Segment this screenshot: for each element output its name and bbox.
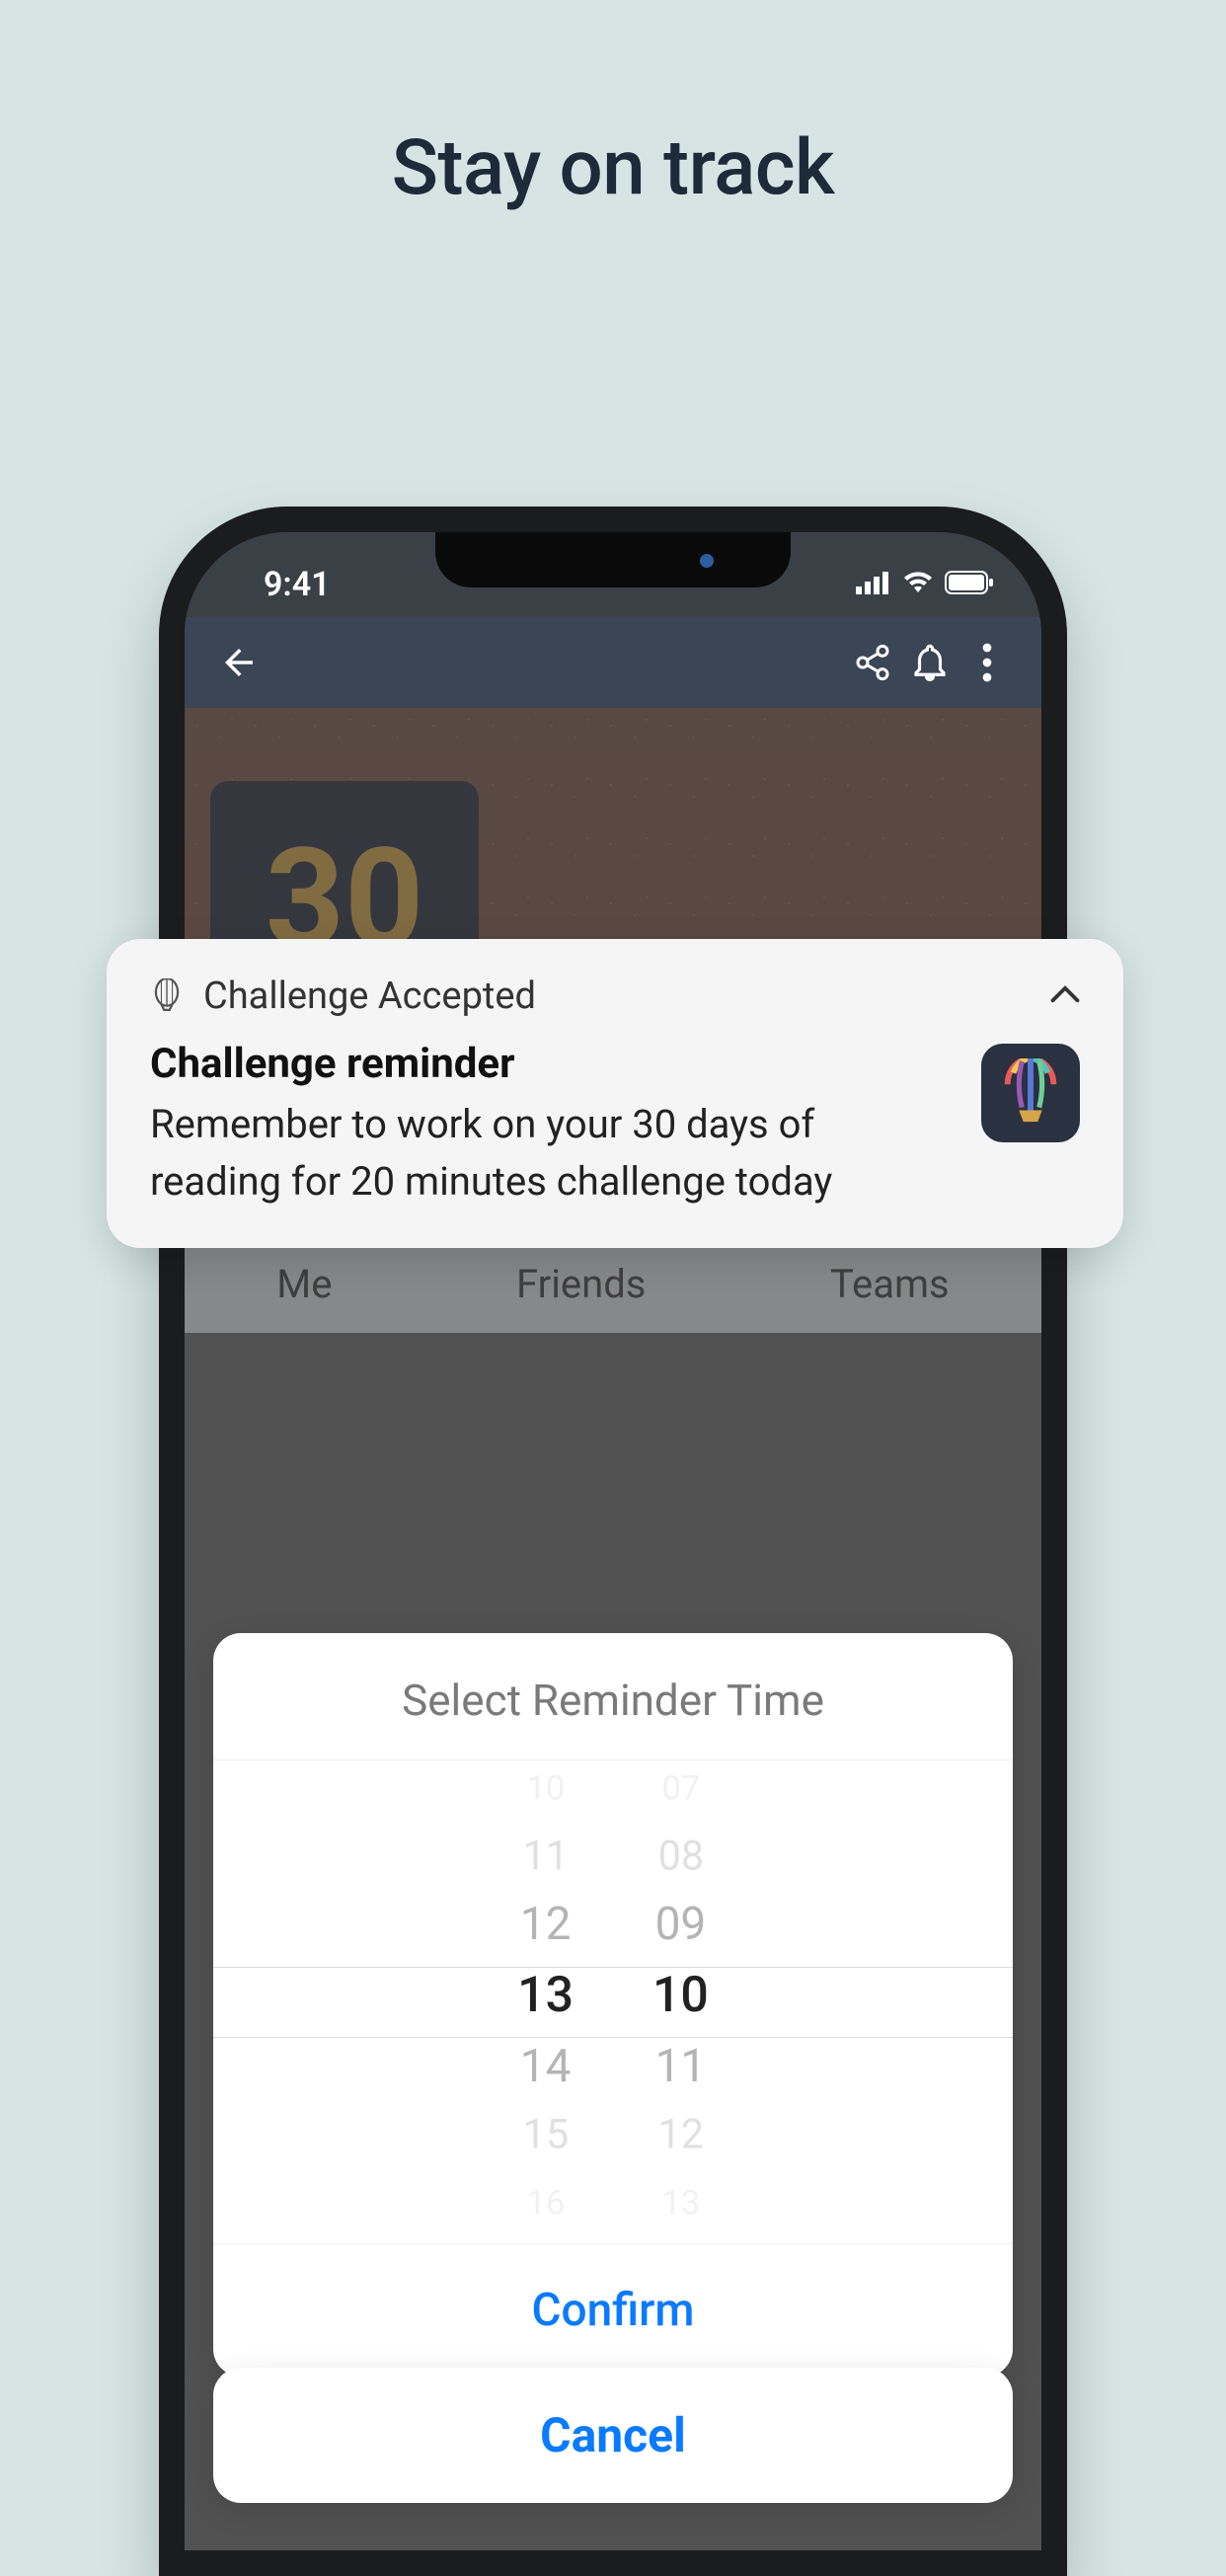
hour-selected: 13 <box>517 1959 574 2033</box>
notification-message: Remember to work on your 30 days of read… <box>150 1096 956 1210</box>
time-picker: Select Reminder Time 10 11 12 13 14 15 1… <box>213 1633 1013 2377</box>
nav-bar <box>185 617 1041 708</box>
more-icon[interactable] <box>958 634 1016 691</box>
cellular-icon <box>856 571 891 598</box>
notification-app-name: Challenge Accepted <box>203 975 536 1018</box>
bell-icon[interactable] <box>901 634 958 691</box>
balloon-icon <box>150 979 184 1013</box>
minute-wheel[interactable]: 07 08 09 10 11 12 13 <box>652 1760 709 2237</box>
chevron-up-icon[interactable] <box>1050 984 1080 1008</box>
back-button[interactable] <box>210 634 268 691</box>
battery-icon <box>945 571 996 598</box>
picker-wheels: 10 11 12 13 14 15 16 07 08 09 10 11 12 1… <box>213 1760 1013 2244</box>
page-title: Stay on track <box>0 123 1226 213</box>
phone-screen: 9:41 <box>185 532 1041 2550</box>
picker-title: Select Reminder Time <box>213 1633 1013 1760</box>
notification-card[interactable]: Challenge Accepted Challenge reminder Re… <box>107 939 1123 1248</box>
share-icon[interactable] <box>844 634 901 691</box>
status-right <box>856 571 996 598</box>
notification-app-thumbnail <box>981 1044 1080 1142</box>
minute-selected: 10 <box>652 1959 709 2033</box>
phone-notch <box>435 532 791 587</box>
status-time: 9:41 <box>264 565 331 604</box>
cancel-button[interactable]: Cancel <box>213 2368 1013 2503</box>
hour-wheel[interactable]: 10 11 12 13 14 15 16 <box>517 1760 574 2237</box>
confirm-button[interactable]: Confirm <box>213 2244 1013 2377</box>
wifi-icon <box>901 571 935 598</box>
phone-frame: 9:41 <box>159 507 1067 2576</box>
notification-title: Challenge reminder <box>150 1040 956 1088</box>
